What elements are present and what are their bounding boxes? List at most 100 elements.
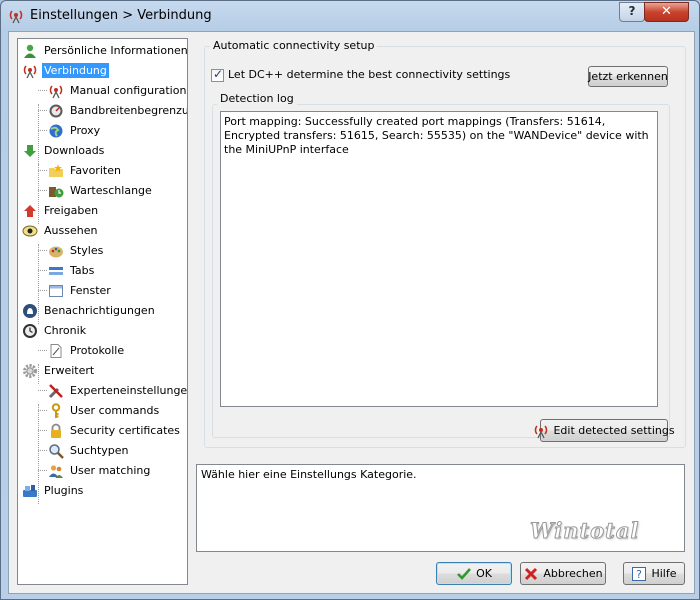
tree-item-label: User commands [70, 404, 160, 417]
tree-item-erweitert[interactable]: Erweitert [22, 361, 96, 380]
tree-item-experteneinstellungen[interactable]: Experteneinstellungen [48, 381, 188, 400]
detect-now-button[interactable]: Jetzt erkennen [588, 66, 668, 87]
tree-connector [38, 90, 47, 91]
tree-item-user-matching[interactable]: User matching [48, 461, 152, 480]
tree-item-label: Benachrichtigungen [44, 304, 155, 317]
tree-item-styles[interactable]: Styles [48, 241, 105, 260]
wintotal-watermark: Wintotal [529, 518, 640, 544]
dialog-client-area: Persönliche Informationen Verbindung Man… [8, 31, 695, 594]
help-button-label: Hilfe [651, 567, 677, 580]
tree-item-label: Favoriten [70, 164, 121, 177]
antenna-icon [23, 65, 37, 78]
notification-icon [23, 303, 37, 318]
help-button[interactable]: ? Hilfe [623, 562, 685, 585]
download-arrow-icon [24, 144, 36, 157]
star-folder-icon [49, 163, 63, 177]
tree-connector [38, 170, 47, 171]
tree-item-label: Persönliche Informationen [44, 44, 188, 57]
person-icon [24, 44, 36, 58]
auto-connectivity-checkbox[interactable]: ✓ [211, 67, 224, 82]
tree-item-proxy[interactable]: Proxy [48, 121, 102, 140]
tree-item-user-commands[interactable]: User commands [48, 401, 161, 420]
close-icon [525, 567, 538, 580]
tree-item-label: Freigaben [44, 204, 99, 217]
category-description-box: Wähle hier eine Einstellungs Kategorie. … [196, 464, 685, 552]
tree-connector [38, 104, 39, 170]
tree-item-persoenliche-informationen[interactable]: Persönliche Informationen [22, 41, 188, 60]
category-tree[interactable]: Persönliche Informationen Verbindung Man… [17, 38, 188, 585]
tree-item-label: Experteneinstellungen [70, 384, 188, 397]
tree-connector [38, 190, 47, 191]
tools-icon [48, 383, 63, 398]
tree-item-label: Warteschlange [70, 184, 152, 197]
tree-item-aussehen[interactable]: Aussehen [22, 221, 99, 240]
tree-item-downloads[interactable]: Downloads [22, 141, 106, 160]
titlebar-help-button[interactable]: ? [619, 2, 645, 22]
upload-arrow-icon [24, 204, 36, 217]
tree-item-label: Bandbreitenbegrenzung [70, 104, 187, 117]
tree-item-suchtypen[interactable]: Suchtypen [48, 441, 131, 460]
eye-icon [22, 225, 38, 236]
checkmark-icon [457, 567, 472, 580]
tree-connector [38, 110, 47, 111]
detection-log-textarea[interactable]: Port mapping: Successfully created port … [220, 111, 658, 407]
tree-item-label: Protokolle [70, 344, 125, 357]
checkmark-icon: ✓ [213, 67, 224, 81]
tree-item-fenster[interactable]: Fenster [48, 281, 113, 300]
detect-now-button-label: Jetzt erkennen [588, 70, 668, 83]
tree-item-label: Fenster [70, 284, 111, 297]
antenna-icon [535, 425, 548, 438]
tree-connector [38, 270, 47, 271]
users-icon [49, 464, 63, 478]
gear-icon [23, 363, 37, 378]
category-description-text: Wähle hier eine Einstellungs Kategorie. [201, 468, 417, 481]
window-title: Einstellungen > Verbindung [30, 8, 212, 23]
edit-detected-settings-button[interactable]: Edit detected settings [535, 419, 675, 442]
tree-item-label: Aussehen [44, 224, 98, 237]
antenna-icon [9, 10, 23, 24]
tree-item-warteschlange[interactable]: Warteschlange [48, 181, 154, 200]
cancel-button[interactable]: Abbrechen [520, 562, 606, 585]
tree-connector [38, 250, 47, 251]
tree-item-freigaben[interactable]: Freigaben [22, 201, 100, 220]
tree-connector [38, 130, 47, 131]
history-clock-icon [23, 323, 37, 338]
antenna-icon [49, 85, 63, 98]
tree-item-manual-configuration[interactable]: Manual configuration [48, 81, 187, 100]
globe-icon [49, 124, 63, 137]
tree-connector [38, 390, 47, 391]
tree-item-label: Plugins [44, 484, 84, 497]
svg-text:?: ? [637, 568, 643, 581]
auto-connectivity-checkbox-label[interactable]: Let DC++ determine the best connectivity… [228, 68, 510, 81]
tree-item-favoriten[interactable]: Favoriten [48, 161, 123, 180]
tree-connector [38, 290, 47, 291]
help-icon: ? [632, 566, 647, 581]
tree-connector [38, 450, 47, 451]
gauge-icon [49, 104, 63, 117]
tree-item-benachrichtigungen[interactable]: Benachrichtigungen [22, 301, 157, 320]
cancel-button-label: Abbrechen [543, 567, 603, 580]
tree-item-label: Styles [70, 244, 104, 257]
tree-item-security-certificates[interactable]: Security certificates [48, 421, 182, 440]
tree-item-label: Downloads [44, 144, 105, 157]
tree-item-label: Tabs [70, 264, 95, 277]
tree-item-protokolle[interactable]: Protokolle [48, 341, 126, 360]
tree-item-tabs[interactable]: Tabs [48, 261, 96, 280]
tree-item-label: Proxy [70, 124, 101, 137]
tree-connector [38, 410, 47, 411]
tree-item-label: Chronik [44, 324, 87, 337]
tree-connector [38, 470, 47, 471]
tree-item-label: Verbindung [42, 63, 109, 78]
title-bar[interactable]: Einstellungen > Verbindung ? ✕ [1, 1, 699, 31]
tree-item-label: Manual configuration [70, 84, 187, 97]
tree-item-bandbreitenbegrenzung[interactable]: Bandbreitenbegrenzung [48, 101, 187, 120]
ok-button[interactable]: OK [436, 562, 512, 585]
tree-item-plugins[interactable]: Plugins [22, 481, 85, 500]
edit-detected-settings-label: Edit detected settings [553, 424, 675, 437]
tree-connector [38, 430, 47, 431]
tree-item-verbindung[interactable]: Verbindung [22, 61, 109, 80]
tree-item-chronik[interactable]: Chronik [22, 321, 88, 340]
titlebar-close-button[interactable]: ✕ [644, 2, 689, 22]
detection-log-label: Detection log [217, 92, 297, 105]
tree-item-label: Erweitert [44, 364, 95, 377]
